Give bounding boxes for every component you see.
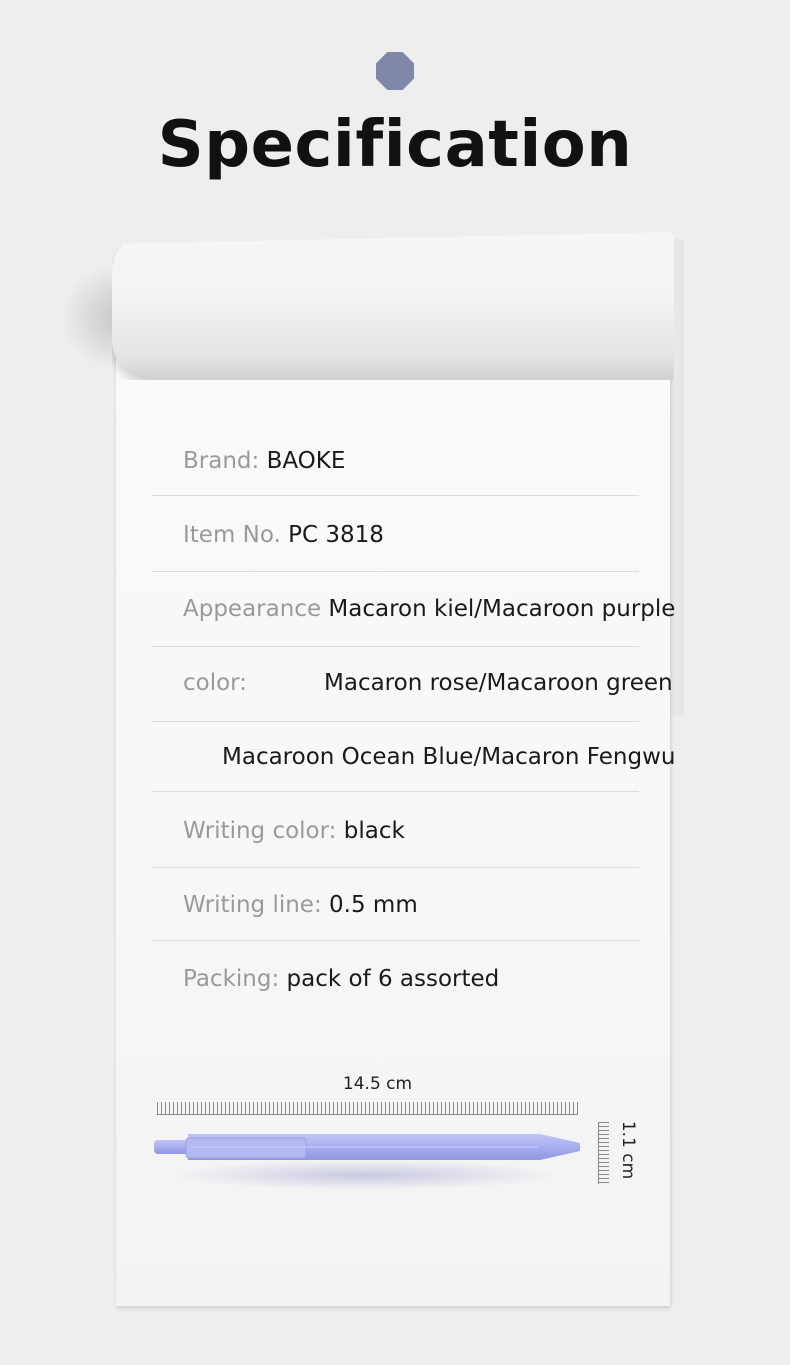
spec-value: Macaroon Ocean Blue/Macaron Fengwu <box>222 744 676 770</box>
spec-value: PC 3818 <box>288 522 384 548</box>
divider <box>152 791 639 792</box>
spec-label: Appearance <box>183 596 322 622</box>
spec-row-writing-line: Writing line: 0.5 mm <box>183 885 418 925</box>
spec-value: 0.5 mm <box>329 892 418 918</box>
length-ruler <box>157 1098 578 1115</box>
spec-label: Packing: <box>183 966 280 992</box>
spec-value: Macaron kiel/Macaroon purple <box>328 596 676 622</box>
spec-value: BAOKE <box>266 448 346 474</box>
octagon-bullet-icon <box>376 52 414 90</box>
notepad-roll <box>112 232 674 380</box>
divider <box>152 646 639 647</box>
width-ruler <box>598 1122 609 1184</box>
spec-label: Item No. <box>183 522 281 548</box>
spec-label: Writing line: <box>183 892 322 918</box>
spec-row-item-no: Item No. PC 3818 <box>183 515 384 555</box>
divider <box>152 940 639 941</box>
pen-image <box>154 1134 580 1160</box>
spec-value: black <box>343 818 405 844</box>
spec-row-writing-color: Writing color: black <box>183 811 405 851</box>
spec-value: pack of 6 assorted <box>286 966 500 992</box>
divider <box>152 495 639 496</box>
divider <box>152 721 639 722</box>
length-label: 14.5 cm <box>342 1074 413 1094</box>
spec-label: Writing color: <box>183 818 337 844</box>
page-title: Specification <box>157 108 633 182</box>
spec-label: color: <box>183 670 247 696</box>
spec-row-appearance: Appearance Macaron kiel/Macaroon purple <box>183 589 675 629</box>
spec-label: Brand: <box>183 448 260 474</box>
width-label: 1.1 cm <box>618 1120 638 1180</box>
spec-row-brand: Brand: BAOKE <box>183 441 345 481</box>
spec-row-color: color: Macaron rose/Macaroon green <box>183 663 673 703</box>
divider <box>152 867 639 868</box>
spec-value: Macaron rose/Macaroon green <box>324 670 673 696</box>
spec-row-packing: Packing: pack of 6 assorted <box>183 959 499 999</box>
divider <box>152 571 639 572</box>
spec-row-color-continued: Macaroon Ocean Blue/Macaron Fengwu <box>222 737 675 777</box>
